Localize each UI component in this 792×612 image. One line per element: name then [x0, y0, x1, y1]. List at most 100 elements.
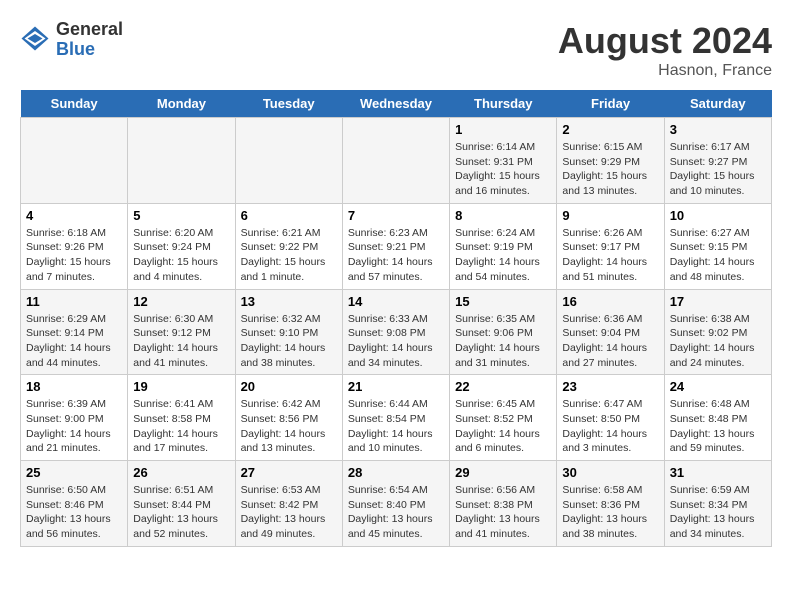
day-number: 23 — [562, 379, 658, 394]
day-info-line: Daylight: 13 hours and 38 minutes. — [562, 513, 647, 540]
calendar-cell: 9 Sunrise: 6:26 AMSunset: 9:17 PMDaylight… — [557, 203, 664, 289]
day-info-line: Sunrise: 6:27 AM — [670, 227, 750, 239]
day-info: Sunrise: 6:17 AMSunset: 9:27 PMDaylight:… — [670, 140, 766, 199]
calendar-cell: 3 Sunrise: 6:17 AMSunset: 9:27 PMDaylight… — [664, 118, 771, 204]
calendar-cell: 14Sunrise: 6:33 AMSunset: 9:08 PMDayligh… — [342, 289, 449, 375]
subtitle: Hasnon, France — [558, 62, 772, 80]
calendar-cell: 19Sunrise: 6:41 AMSunset: 8:58 PMDayligh… — [128, 375, 235, 461]
day-info-line: Sunrise: 6:48 AM — [670, 398, 750, 410]
day-number: 10 — [670, 208, 766, 223]
day-info: Sunrise: 6:29 AMSunset: 9:14 PMDaylight:… — [26, 312, 122, 371]
calendar-cell: 22Sunrise: 6:45 AMSunset: 8:52 PMDayligh… — [450, 375, 557, 461]
day-info: Sunrise: 6:26 AMSunset: 9:17 PMDaylight:… — [562, 226, 658, 285]
calendar-table: SundayMondayTuesdayWednesdayThursdayFrid… — [20, 90, 772, 547]
day-number: 24 — [670, 379, 766, 394]
calendar-week-5: 25Sunrise: 6:50 AMSunset: 8:46 PMDayligh… — [21, 461, 772, 547]
calendar-cell: 5Sunrise: 6:20 AMSunset: 9:24 PMDaylight… — [128, 203, 235, 289]
day-info-line: Daylight: 14 hours and 57 minutes. — [348, 256, 433, 283]
calendar-week-2: 4Sunrise: 6:18 AMSunset: 9:26 PMDaylight… — [21, 203, 772, 289]
day-number: 14 — [348, 294, 444, 309]
weekday-header-sunday: Sunday — [21, 90, 128, 118]
day-info-line: Daylight: 14 hours and 21 minutes. — [26, 428, 111, 455]
day-info-line: Sunset: 8:56 PM — [241, 413, 319, 425]
day-info: Sunrise: 6:45 AMSunset: 8:52 PMDaylight:… — [455, 397, 551, 456]
day-info-line: Sunrise: 6:53 AM — [241, 484, 321, 496]
day-number: 13 — [241, 294, 337, 309]
day-number: 16 — [562, 294, 658, 309]
day-info-line: Daylight: 14 hours and 3 minutes. — [562, 428, 647, 455]
day-info-line: Sunset: 9:24 PM — [133, 241, 211, 253]
logo-blue-text: Blue — [56, 40, 123, 60]
day-info-line: Daylight: 14 hours and 27 minutes. — [562, 342, 647, 369]
day-info: Sunrise: 6:56 AMSunset: 8:38 PMDaylight:… — [455, 483, 551, 542]
day-info-line: Sunset: 9:31 PM — [455, 156, 533, 168]
day-info-line: Sunrise: 6:21 AM — [241, 227, 321, 239]
day-info-line: Sunset: 9:12 PM — [133, 327, 211, 339]
calendar-cell: 28Sunrise: 6:54 AMSunset: 8:40 PMDayligh… — [342, 461, 449, 547]
title-block: August 2024 Hasnon, France — [558, 20, 772, 80]
calendar-cell — [128, 118, 235, 204]
day-info-line: Daylight: 13 hours and 52 minutes. — [133, 513, 218, 540]
day-number: 29 — [455, 465, 551, 480]
calendar-cell: 10Sunrise: 6:27 AMSunset: 9:15 PMDayligh… — [664, 203, 771, 289]
day-info-line: Sunrise: 6:32 AM — [241, 313, 321, 325]
calendar-cell: 1Sunrise: 6:14 AMSunset: 9:31 PMDaylight… — [450, 118, 557, 204]
day-info-line: Sunset: 9:15 PM — [670, 241, 748, 253]
day-number: 15 — [455, 294, 551, 309]
day-info-line: Sunrise: 6:38 AM — [670, 313, 750, 325]
day-info-line: Daylight: 15 hours and 10 minutes. — [670, 170, 755, 197]
day-number: 19 — [133, 379, 229, 394]
weekday-header-wednesday: Wednesday — [342, 90, 449, 118]
day-info-line: Daylight: 14 hours and 38 minutes. — [241, 342, 326, 369]
day-info-line: Sunrise: 6:33 AM — [348, 313, 428, 325]
day-number: 2 — [562, 122, 658, 137]
day-info-line: Sunrise: 6:56 AM — [455, 484, 535, 496]
calendar-cell: 29 Sunrise: 6:56 AMSunset: 8:38 PMDayligh… — [450, 461, 557, 547]
calendar-cell: 30Sunrise: 6:58 AMSunset: 8:36 PMDayligh… — [557, 461, 664, 547]
day-number: 21 — [348, 379, 444, 394]
logo-icon — [20, 25, 50, 55]
day-info-line: Sunset: 9:08 PM — [348, 327, 426, 339]
weekday-header-friday: Friday — [557, 90, 664, 118]
day-info: Sunrise: 6:54 AMSunset: 8:40 PMDaylight:… — [348, 483, 444, 542]
calendar-cell: 4Sunrise: 6:18 AMSunset: 9:26 PMDaylight… — [21, 203, 128, 289]
day-number: 26 — [133, 465, 229, 480]
day-info-line: Sunset: 9:21 PM — [348, 241, 426, 253]
calendar-cell: 17Sunrise: 6:38 AMSunset: 9:02 PMDayligh… — [664, 289, 771, 375]
day-info: Sunrise: 6:39 AMSunset: 9:00 PMDaylight:… — [26, 397, 122, 456]
day-info-line: Daylight: 13 hours and 41 minutes. — [455, 513, 540, 540]
day-info-line: Sunset: 8:44 PM — [133, 499, 211, 511]
calendar-cell: 21Sunrise: 6:44 AMSunset: 8:54 PMDayligh… — [342, 375, 449, 461]
calendar-cell: 20Sunrise: 6:42 AMSunset: 8:56 PMDayligh… — [235, 375, 342, 461]
day-info-line: Sunset: 8:50 PM — [562, 413, 640, 425]
weekday-header-thursday: Thursday — [450, 90, 557, 118]
day-info-line: Daylight: 15 hours and 7 minutes. — [26, 256, 111, 283]
day-info-line: Daylight: 14 hours and 31 minutes. — [455, 342, 540, 369]
day-info-line: Sunrise: 6:23 AM — [348, 227, 428, 239]
day-number: 30 — [562, 465, 658, 480]
day-info-line: Daylight: 13 hours and 34 minutes. — [670, 513, 755, 540]
day-number: 20 — [241, 379, 337, 394]
day-info-line: Sunset: 9:26 PM — [26, 241, 104, 253]
day-info-line: Sunrise: 6:39 AM — [26, 398, 106, 410]
day-number: 1 — [455, 122, 551, 137]
day-number: 9 — [562, 208, 658, 223]
weekday-header-tuesday: Tuesday — [235, 90, 342, 118]
day-info-line: Daylight: 15 hours and 4 minutes. — [133, 256, 218, 283]
day-info-line: Sunset: 9:14 PM — [26, 327, 104, 339]
day-number: 11 — [26, 294, 122, 309]
day-number: 8 — [455, 208, 551, 223]
day-number: 3 — [670, 122, 766, 137]
day-info-line: Sunrise: 6:15 AM — [562, 141, 642, 153]
calendar-cell: 11 Sunrise: 6:29 AMSunset: 9:14 PMDayligh… — [21, 289, 128, 375]
day-info: Sunrise: 6:59 AMSunset: 8:34 PMDaylight:… — [670, 483, 766, 542]
day-info-line: Daylight: 14 hours and 13 minutes. — [241, 428, 326, 455]
calendar-cell: 15Sunrise: 6:35 AMSunset: 9:06 PMDayligh… — [450, 289, 557, 375]
day-info: Sunrise: 6:20 AMSunset: 9:24 PMDaylight:… — [133, 226, 229, 285]
day-info-line: Sunrise: 6:59 AM — [670, 484, 750, 496]
calendar-cell: 7Sunrise: 6:23 AMSunset: 9:21 PMDaylight… — [342, 203, 449, 289]
calendar-cell: 6Sunrise: 6:21 AMSunset: 9:22 PMDaylight… — [235, 203, 342, 289]
day-info-line: Daylight: 15 hours and 16 minutes. — [455, 170, 540, 197]
day-info: Sunrise: 6:36 AMSunset: 9:04 PMDaylight:… — [562, 312, 658, 371]
calendar-cell: 18Sunrise: 6:39 AMSunset: 9:00 PMDayligh… — [21, 375, 128, 461]
